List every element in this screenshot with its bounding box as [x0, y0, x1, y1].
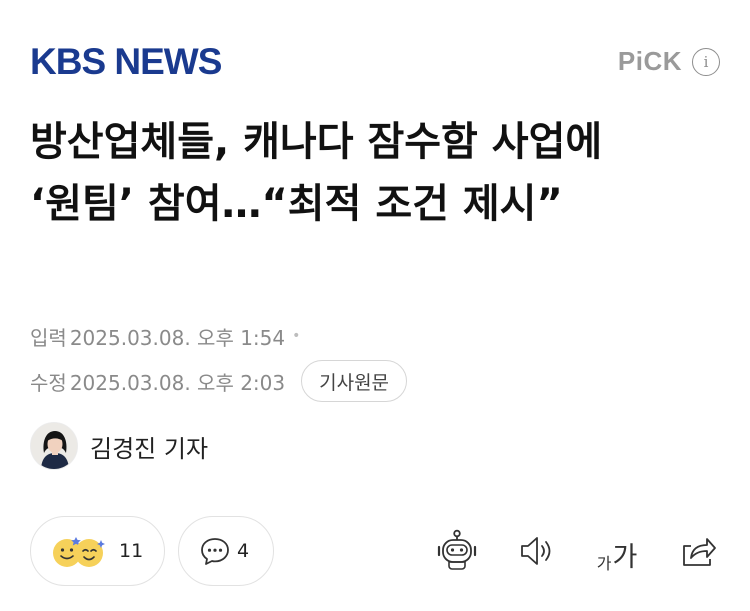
reaction-button[interactable]: 11 [30, 516, 165, 586]
published-label: 입력 [30, 325, 67, 350]
kbs-news-logo[interactable]: KBS NEWS [30, 40, 222, 84]
avatar [30, 422, 78, 470]
font-size-small-glyph: 가 [596, 554, 612, 573]
summary-bot-button[interactable] [434, 528, 480, 574]
smile-emoji-icon [53, 537, 105, 567]
share-button[interactable] [674, 528, 720, 574]
pick-label: PiCK [617, 46, 682, 76]
header: KBS NEWS PiCK i [30, 40, 720, 84]
article-title: 방산업체들, 캐나다 잠수함 사업에 ‘원팀’ 참여…“최적 조건 제시” [30, 119, 603, 227]
comment-bubble-icon [201, 538, 229, 565]
published-time: 2025.03.08. 오후 1:54 [69, 325, 286, 350]
pick-badge[interactable]: PiCK i [618, 46, 720, 77]
reporter-photo-icon [31, 423, 77, 469]
reaction-count: 11 [119, 540, 144, 562]
reporter-name: 김경진 기자 [90, 434, 209, 463]
comment-button[interactable]: 4 [178, 516, 274, 586]
info-icon[interactable]: i [692, 47, 720, 76]
share-icon [683, 538, 716, 566]
modified-time: 2025.03.08. 오후 2:03 [69, 370, 286, 395]
article-toolbar: 가 가 [434, 528, 720, 574]
text-to-speech-button[interactable] [514, 528, 560, 574]
separator-dot: • [292, 328, 301, 344]
article-meta: 입력 2025.03.08. 오후 1:54 • 수정 2025.03.08. … [30, 319, 720, 402]
article-footer: 11 4 가 가 [30, 516, 720, 586]
speaker-icon [521, 537, 551, 565]
published-row: 입력 2025.03.08. 오후 1:54 • [30, 319, 720, 353]
modified-label: 수정 [30, 370, 67, 395]
original-article-button[interactable]: 기사원문 [301, 360, 408, 402]
robot-icon [437, 529, 477, 570]
font-size-button[interactable]: 가 가 [594, 528, 640, 574]
modified-row: 수정 2025.03.08. 오후 2:03 기사원문 [30, 360, 720, 402]
reporter[interactable]: 김경진 기자 [30, 422, 208, 470]
comment-count: 4 [237, 540, 250, 562]
font-size-large-glyph: 가 [612, 542, 638, 573]
reaction-emoji-icons [51, 531, 113, 571]
